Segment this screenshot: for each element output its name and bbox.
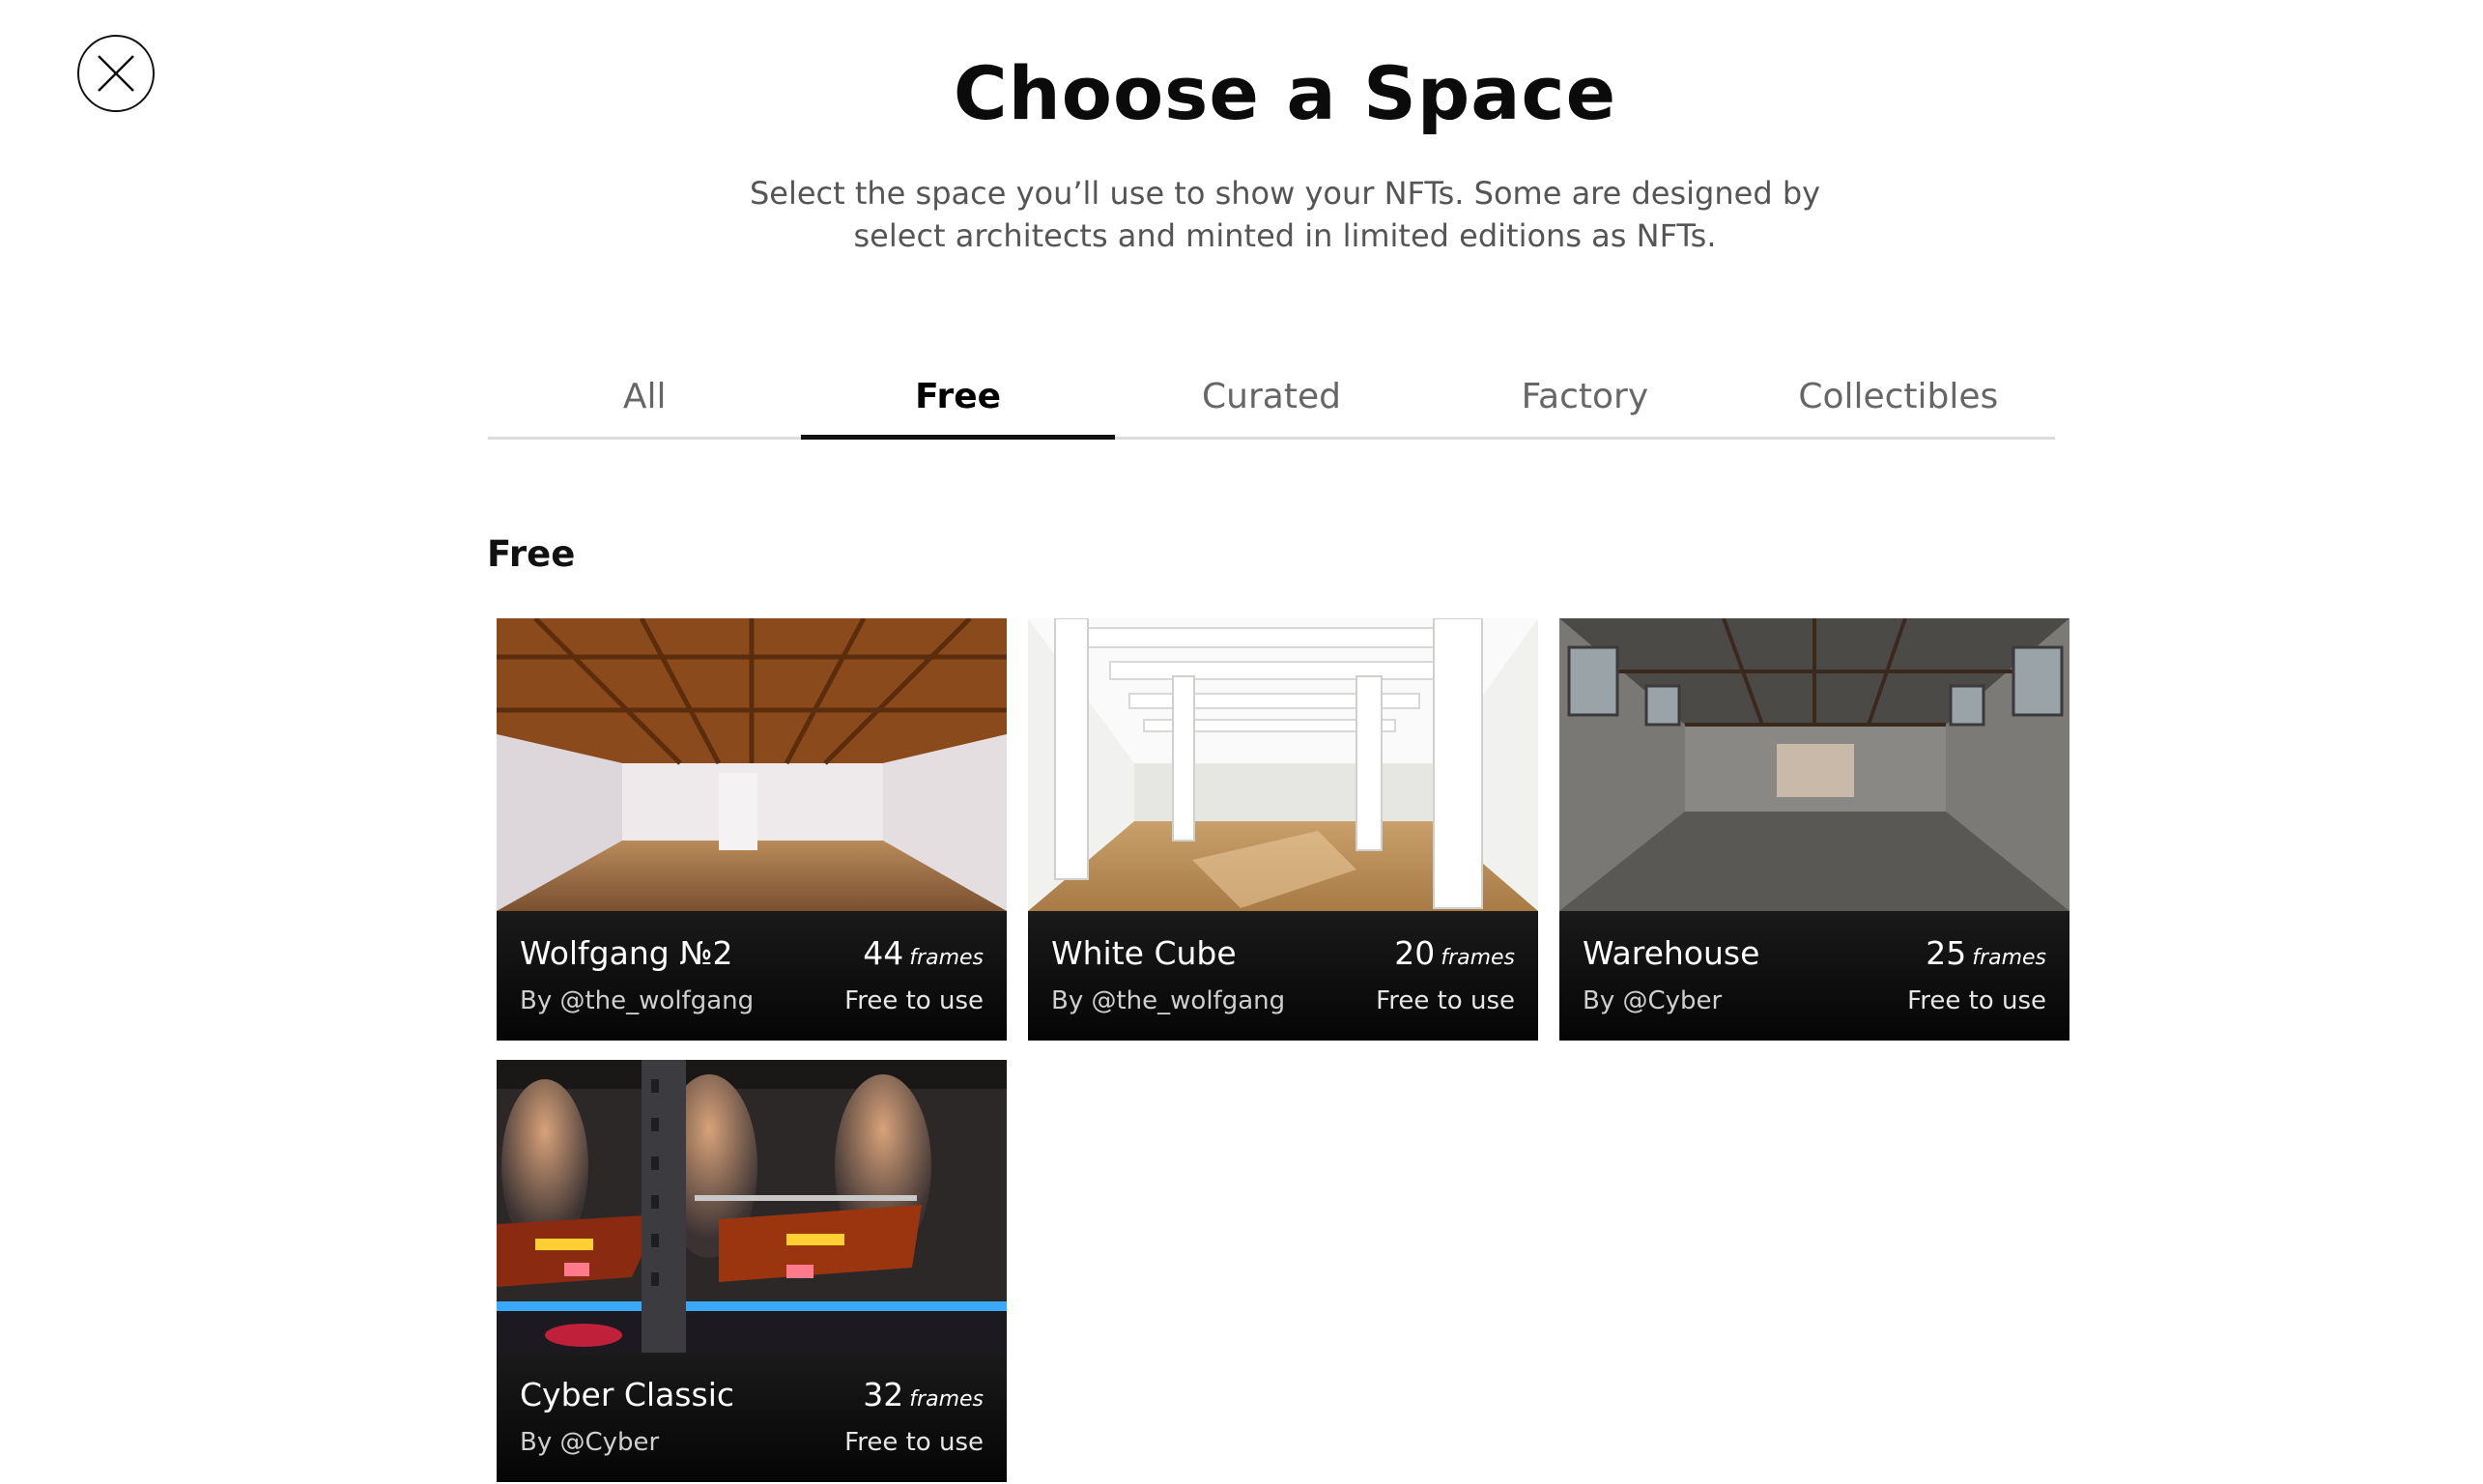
space-author: By @the_wolfgang <box>520 986 755 1015</box>
space-card-white-cube[interactable]: White Cube 20 frames By @the_wolfgang Fre… <box>1028 618 1538 1041</box>
tab-collectibles[interactable]: Collectibles <box>1742 363 2055 437</box>
page-title: Choose a Space <box>953 50 1617 136</box>
space-card-info: Cyber Classic 32 frames By @Cyber Free to… <box>497 1353 1007 1482</box>
tab-factory[interactable]: Factory <box>1428 363 1741 437</box>
frames-count: 20 frames <box>1394 934 1515 972</box>
page-subtitle: Select the space you’ll use to show your… <box>749 175 1821 254</box>
space-name: Cyber Classic <box>520 1376 735 1413</box>
space-author: By @Cyber <box>1583 986 1723 1015</box>
space-thumbnail <box>1559 618 2069 911</box>
tab-curated[interactable]: Curated <box>1115 363 1428 437</box>
space-name: Wolfgang №2 <box>520 934 733 972</box>
tab-free[interactable]: Free <box>801 363 1116 440</box>
space-author: By @Cyber <box>520 1428 660 1457</box>
frames-count: 32 frames <box>863 1376 984 1413</box>
tab-all[interactable]: All <box>488 363 801 437</box>
space-name: Warehouse <box>1583 934 1760 972</box>
space-card-cyber-classic[interactable]: Cyber Classic 32 frames By @Cyber Free to… <box>497 1060 1007 1482</box>
space-author: By @the_wolfgang <box>1051 986 1286 1015</box>
space-price: Free to use <box>844 1428 984 1457</box>
space-card-info: Warehouse 25 frames By @Cyber Free to use <box>1559 911 2069 1041</box>
space-card-wolfgang[interactable]: Wolfgang №2 44 frames By @the_wolfgang Fr… <box>497 618 1007 1041</box>
space-card-info: Wolfgang №2 44 frames By @the_wolfgang Fr… <box>497 911 1007 1041</box>
space-card-warehouse[interactable]: Warehouse 25 frames By @Cyber Free to use <box>1559 618 2069 1041</box>
space-price: Free to use <box>844 986 984 1015</box>
space-price: Free to use <box>1907 986 2046 1015</box>
section-title: Free <box>487 533 576 575</box>
space-thumbnail <box>497 618 1007 911</box>
category-tabs: All Free Curated Factory Collectibles <box>488 363 2055 440</box>
frames-count: 44 frames <box>863 934 984 972</box>
frames-count: 25 frames <box>1926 934 2046 972</box>
space-card-info: White Cube 20 frames By @the_wolfgang Fre… <box>1028 911 1538 1041</box>
space-name: White Cube <box>1051 934 1237 972</box>
space-thumbnail <box>1028 618 1538 911</box>
space-price: Free to use <box>1376 986 1515 1015</box>
space-thumbnail <box>497 1060 1007 1353</box>
